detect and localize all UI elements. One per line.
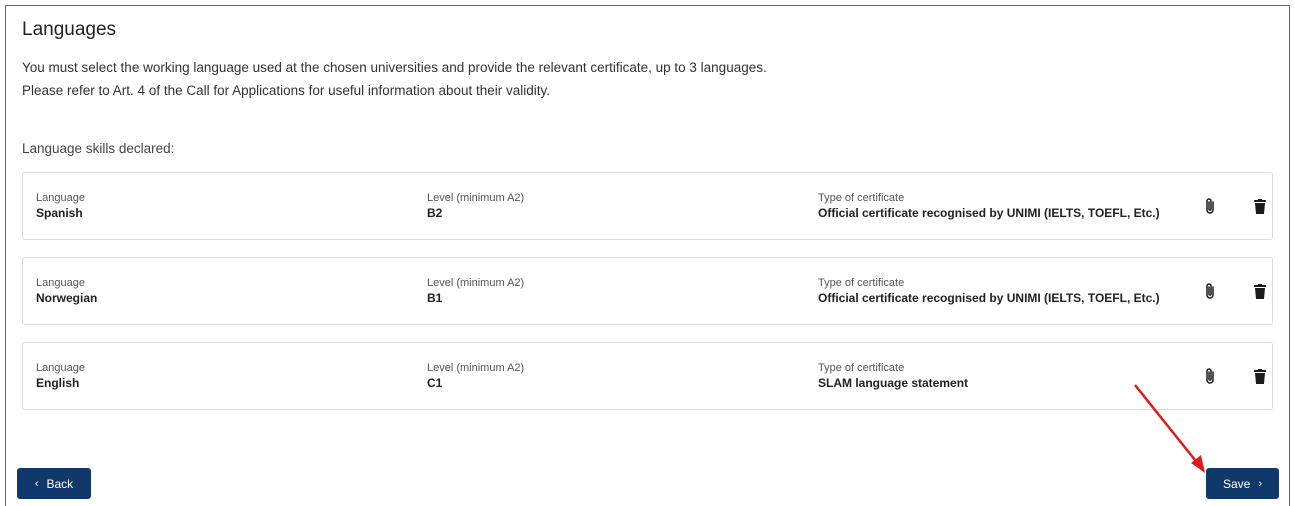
chevron-left-icon: ‹ xyxy=(34,477,39,490)
language-value: Norwegian xyxy=(36,291,98,305)
language-field: Language Spanish xyxy=(36,192,85,221)
languages-panel: Languages You must select the working la… xyxy=(5,5,1290,506)
certificate-field: Type of certificate Official certificate… xyxy=(818,192,1160,221)
language-card: Language Spanish Level (minimum A2) B2 T… xyxy=(22,172,1273,240)
trash-icon[interactable] xyxy=(1251,281,1269,301)
level-label: Level (minimum A2) xyxy=(427,192,525,204)
language-field: Language English xyxy=(36,362,85,391)
description-line-1: You must select the working language use… xyxy=(22,60,767,75)
language-label: Language xyxy=(36,192,85,204)
certificate-value: Official certificate recognised by UNIMI… xyxy=(818,291,1160,305)
language-value: Spanish xyxy=(36,206,83,220)
save-button-label: Save xyxy=(1222,476,1251,491)
chevron-right-icon: › xyxy=(1258,477,1263,490)
certificate-label: Type of certificate xyxy=(818,277,905,289)
certificate-label: Type of certificate xyxy=(818,192,905,204)
certificate-value: Official certificate recognised by UNIMI… xyxy=(818,206,1160,220)
paperclip-icon[interactable] xyxy=(1201,366,1219,386)
trash-icon[interactable] xyxy=(1251,366,1269,386)
back-button-label: Back xyxy=(46,476,74,491)
back-button[interactable]: ‹ Back xyxy=(17,468,91,499)
certificate-label: Type of certificate xyxy=(818,362,905,374)
page-title: Languages xyxy=(22,19,117,40)
level-field: Level (minimum A2) C1 xyxy=(427,362,524,391)
certificate-value: SLAM language statement xyxy=(818,376,969,390)
level-field: Level (minimum A2) B1 xyxy=(427,277,524,306)
description-line-2: Please refer to Art. 4 of the Call for A… xyxy=(22,83,551,98)
declared-label: Language skills declared: xyxy=(22,141,175,156)
paperclip-icon[interactable] xyxy=(1201,281,1219,301)
level-label: Level (minimum A2) xyxy=(427,277,525,289)
language-card: Language English Level (minimum A2) C1 T… xyxy=(22,342,1273,410)
language-card: Language Norwegian Level (minimum A2) B1… xyxy=(22,257,1273,325)
language-value: English xyxy=(36,376,80,390)
level-value: B2 xyxy=(427,206,443,220)
language-label: Language xyxy=(36,277,85,289)
trash-icon[interactable] xyxy=(1251,196,1269,216)
language-field: Language Norwegian xyxy=(36,277,97,306)
level-value: C1 xyxy=(427,376,443,390)
certificate-field: Type of certificate SLAM language statem… xyxy=(818,362,968,391)
certificate-field: Type of certificate Official certificate… xyxy=(818,277,1160,306)
language-label: Language xyxy=(36,362,85,374)
level-label: Level (minimum A2) xyxy=(427,362,525,374)
save-button[interactable]: Save › xyxy=(1206,468,1279,499)
paperclip-icon[interactable] xyxy=(1201,196,1219,216)
level-field: Level (minimum A2) B2 xyxy=(427,192,524,221)
level-value: B1 xyxy=(427,291,443,305)
